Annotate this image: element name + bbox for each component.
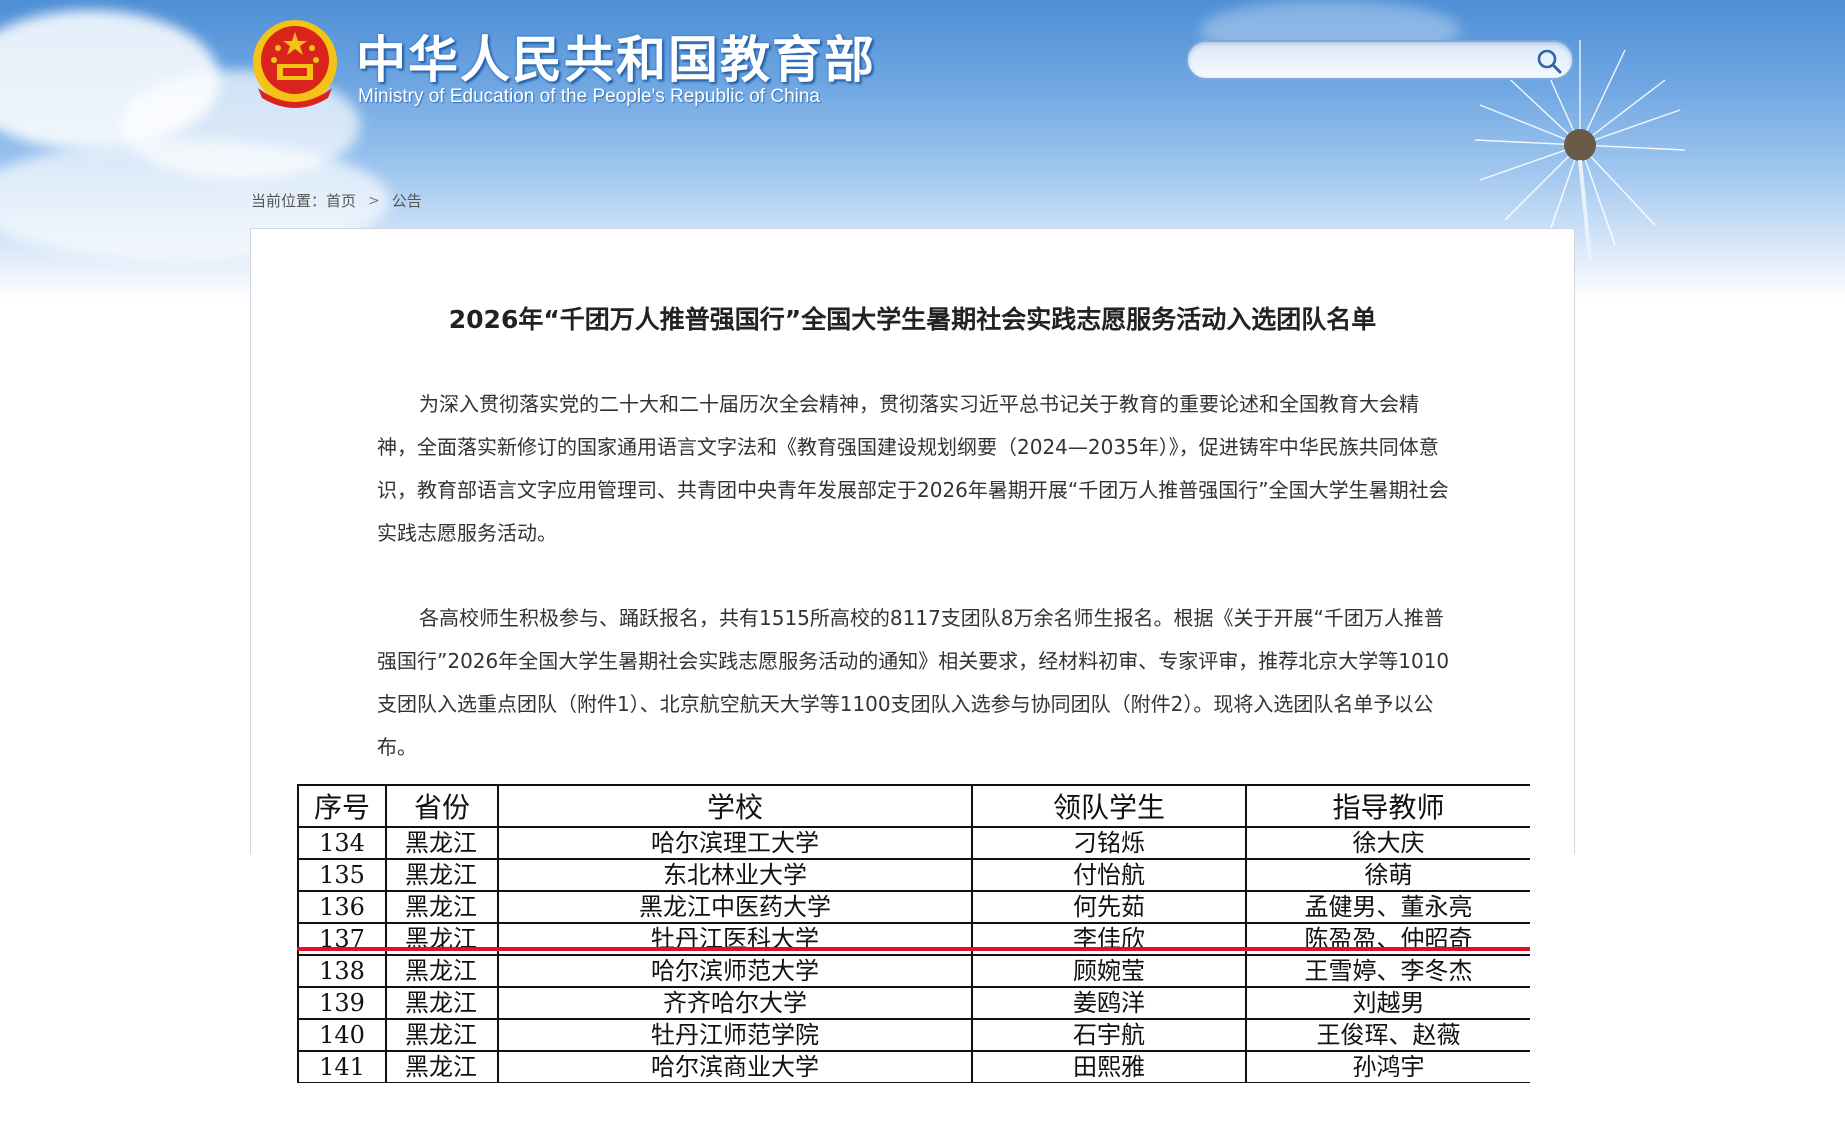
- column-header-number: 序号: [297, 784, 387, 828]
- table-row: 141 黑龙江 哈尔滨商业大学 田熙雅 孙鸿宇: [297, 1050, 1530, 1084]
- cell-team-leader: 刁铭烁: [971, 826, 1247, 860]
- cell-team-leader: 田熙雅: [971, 1050, 1247, 1084]
- breadcrumb-label: 当前位置：: [251, 192, 327, 210]
- cell-advisor: 徐萌: [1245, 858, 1530, 892]
- site-title-english[interactable]: Ministry of Education of the People's Re…: [358, 86, 820, 108]
- table-row: 136 黑龙江 黑龙江中医药大学 何先茹 孟健男、董永亮: [297, 890, 1530, 924]
- search-box[interactable]: [1186, 40, 1574, 80]
- cell-advisor: 王俊珲、赵薇: [1245, 1018, 1530, 1052]
- cell-school: 牡丹江师范学院: [497, 1018, 973, 1052]
- cell-school: 齐齐哈尔大学: [497, 986, 973, 1020]
- cell-advisor: 刘越男: [1245, 986, 1530, 1020]
- column-header-province: 省份: [385, 784, 499, 828]
- table-row: 134 黑龙江 哈尔滨理工大学 刁铭烁 徐大庆: [297, 826, 1530, 860]
- cell-team-leader: 姜鸥洋: [971, 986, 1247, 1020]
- cell-school: 哈尔滨师范大学: [497, 954, 973, 988]
- cell-number: 136: [297, 890, 387, 924]
- cell-province: 黑龙江: [385, 858, 499, 892]
- table-header-row: 序号 省份 学校 领队学生 指导教师: [297, 784, 1530, 828]
- cell-number: 139: [297, 986, 387, 1020]
- table-row: 138 黑龙江 哈尔滨师范大学 顾婉莹 王雪婷、李冬杰: [297, 954, 1530, 988]
- cell-team-leader: 何先茹: [971, 890, 1247, 924]
- article-title: 2026年“千团万人推普强国行”全国大学生暑期社会实践志愿服务活动入选团队名单: [448, 305, 1377, 334]
- search-input[interactable]: [1206, 48, 1526, 72]
- cell-province: 黑龙江: [385, 986, 499, 1020]
- breadcrumb: 当前位置： 首页 > 公告: [251, 190, 422, 211]
- column-header-school: 学校: [497, 784, 973, 828]
- cell-province: 黑龙江: [385, 1018, 499, 1052]
- breadcrumb-home-link[interactable]: 首页: [326, 190, 356, 211]
- team-roster-table: 序号 省份 学校 领队学生 指导教师 134 黑龙江 哈尔滨理工大学 刁铭烁 徐大庆 13…: [297, 784, 1530, 1084]
- table-row: 140 黑龙江 牡丹江师范学院 石宇航 王俊珲、赵薇: [297, 1018, 1530, 1052]
- cell-school: 哈尔滨理工大学: [497, 826, 973, 860]
- table-row: 135 黑龙江 东北林业大学 付怡航 徐萌: [297, 858, 1530, 892]
- page-bottom-blank: [0, 1083, 1845, 1123]
- cell-school: 哈尔滨商业大学: [497, 1050, 973, 1084]
- chevron-right-icon: >: [368, 192, 380, 209]
- table-row: 139 黑龙江 齐齐哈尔大学 姜鸥洋 刘越男: [297, 986, 1530, 1020]
- highlight-underline: [297, 947, 1530, 951]
- cell-province: 黑龙江: [385, 954, 499, 988]
- cell-advisor: 孙鸿宇: [1245, 1050, 1530, 1084]
- cell-advisor: 孟健男、董永亮: [1245, 890, 1530, 924]
- team-roster-table-image: 序号 省份 学校 领队学生 指导教师 134 黑龙江 哈尔滨理工大学 刁铭烁 徐大庆 13…: [297, 784, 1530, 1084]
- national-emblem-icon: [253, 20, 337, 108]
- cell-province: 黑龙江: [385, 890, 499, 924]
- cell-advisor: 王雪婷、李冬杰: [1245, 954, 1530, 988]
- site-title-chinese[interactable]: 中华人民共和国教育部: [356, 20, 876, 92]
- cell-team-leader: 顾婉莹: [971, 954, 1247, 988]
- cell-province: 黑龙江: [385, 826, 499, 860]
- cell-team-leader: 付怡航: [971, 858, 1247, 892]
- cell-number: 140: [297, 1018, 387, 1052]
- cell-team-leader: 石宇航: [971, 1018, 1247, 1052]
- cell-province: 黑龙江: [385, 1050, 499, 1084]
- search-icon[interactable]: [1536, 48, 1562, 74]
- breadcrumb-notice-link[interactable]: 公告: [392, 190, 422, 211]
- cell-advisor: 徐大庆: [1245, 826, 1530, 860]
- cell-number: 134: [297, 826, 387, 860]
- cell-number: 141: [297, 1050, 387, 1084]
- cell-school: 黑龙江中医药大学: [497, 890, 973, 924]
- column-header-team-leader: 领队学生: [971, 784, 1247, 828]
- article-paragraph-2: 各高校师生积极参与、踊跃报名，共有1515所高校的8117支团队8万余名师生报名…: [377, 606, 1450, 759]
- cell-school: 东北林业大学: [497, 858, 973, 892]
- cell-number: 138: [297, 954, 387, 988]
- article-paragraph-1: 为深入贯彻落实党的二十大和二十届历次全会精神，贯彻落实习近平总书记关于教育的重要…: [377, 392, 1449, 545]
- cell-number: 135: [297, 858, 387, 892]
- column-header-advisor: 指导教师: [1245, 784, 1530, 828]
